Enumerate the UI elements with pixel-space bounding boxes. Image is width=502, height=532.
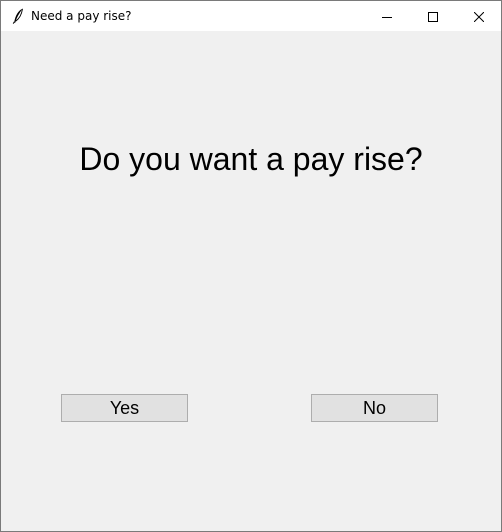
close-button[interactable] [456,1,502,31]
minimize-button[interactable] [364,1,410,31]
no-button[interactable]: No [311,394,438,422]
maximize-icon [428,7,438,26]
window-client-area: Do you want a pay rise? Yes No [1,31,501,531]
question-heading: Do you want a pay rise? [79,141,423,177]
title-bar[interactable]: Need a pay rise? [1,1,501,31]
minimize-icon [382,7,392,26]
maximize-button[interactable] [410,1,456,31]
feather-icon [12,8,24,24]
close-icon [473,7,485,26]
app-window: Need a pay rise? Do you want a pay rise?… [0,0,502,532]
window-title: Need a pay rise? [31,9,132,23]
yes-button[interactable]: Yes [61,394,188,422]
